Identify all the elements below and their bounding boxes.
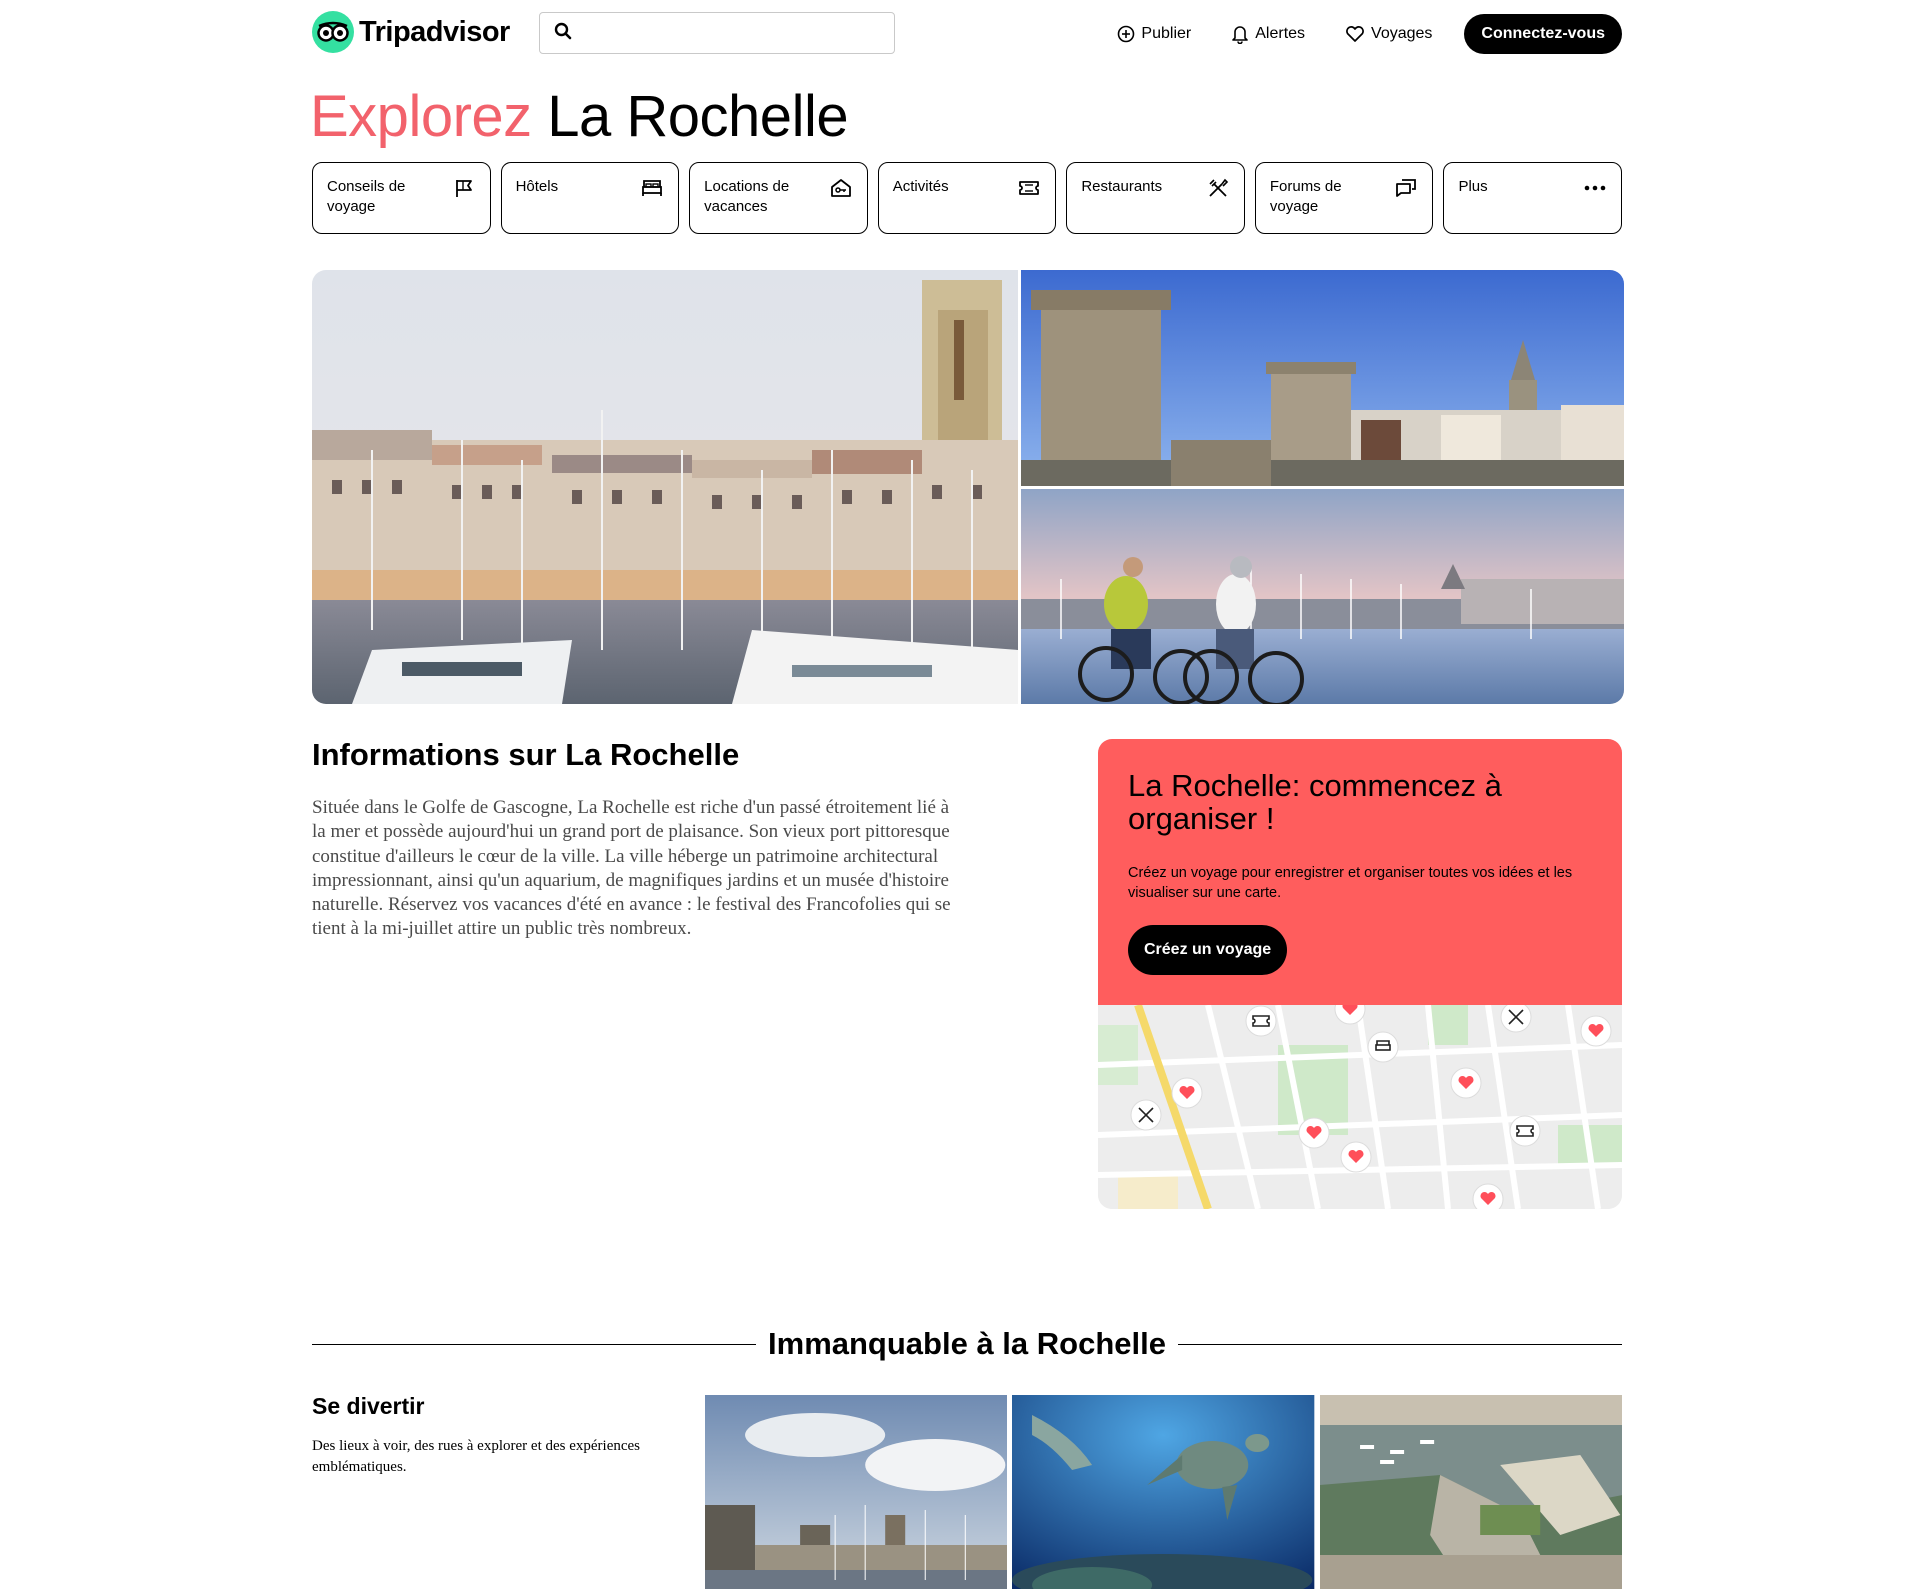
info-text: Située dans le Golfe de Gascogne, La Roc… (312, 797, 951, 940)
divider-left (312, 1343, 757, 1345)
create-trip-button[interactable]: Créez un voyage (1128, 925, 1288, 975)
must-see-title: Immanquable à la Rochelle (768, 1326, 1166, 1361)
search-icon (554, 22, 572, 45)
login-button[interactable]: Connectez-vous (1464, 14, 1622, 54)
thumbnail-aerial-port[interactable] (1319, 1395, 1622, 1589)
bell-icon (1232, 26, 1249, 44)
fun-section-description: Des lieux à voir, des rues à explorer et… (312, 1438, 641, 1475)
tile-label: Hôtels (515, 178, 559, 195)
tile-label: Conseils de voyage (327, 178, 406, 215)
chat-icon (1394, 177, 1418, 199)
tile-travel-advice[interactable]: Conseils de voyage (312, 162, 491, 234)
tile-activities[interactable]: Activités (877, 162, 1057, 234)
tile-vacation-rentals[interactable]: Locations de vacances (689, 162, 868, 234)
publish-label: Publier (1141, 25, 1192, 42)
tile-more[interactable]: Plus (1443, 162, 1623, 234)
fun-section-title: Se divertir (312, 1393, 425, 1419)
flag-icon (452, 177, 476, 199)
utensils-icon (1206, 177, 1230, 199)
tile-label: Forums de voyage (1269, 178, 1342, 215)
search-input[interactable] (582, 14, 894, 52)
hero-photo-towers[interactable] (1021, 270, 1624, 486)
trip-card-title: La Rochelle: commencez à organiser ! (1128, 768, 1502, 836)
plus-circle-icon (1118, 25, 1135, 43)
tripadvisor-logo[interactable]: Tripadvisor (312, 10, 510, 54)
site-header: Tripadvisor Publier Alertes Voyages Conn… (312, 10, 1622, 54)
ticket-icon (1017, 177, 1041, 199)
trip-card-description: Créez un voyage pour enregistrer et orga… (1128, 865, 1573, 901)
more-icon (1583, 177, 1607, 199)
trip-planning-card: La Rochelle: commencez à organiser ! Cré… (1098, 739, 1622, 1209)
trips-label: Voyages (1371, 25, 1433, 42)
thumbnail-aquarium-turtle[interactable] (1012, 1395, 1315, 1589)
tile-label: Locations de vacances (704, 178, 790, 215)
thumbnail-harbor-towers[interactable] (705, 1395, 1008, 1589)
hero-photo-old-port[interactable] (312, 270, 1018, 704)
house-icon (829, 177, 853, 199)
fun-thumbnails (705, 1395, 1622, 1589)
tile-hotels[interactable]: Hôtels (500, 162, 680, 234)
tile-label: Activités (892, 178, 949, 195)
must-see-header: Immanquable à la Rochelle (312, 1322, 1622, 1366)
page-title: Explorez La Rochelle (310, 82, 849, 152)
tile-label: Restaurants (1081, 178, 1163, 195)
tile-restaurants[interactable]: Restaurants (1066, 162, 1245, 234)
trips-link[interactable]: Voyages (1345, 25, 1432, 43)
header-nav: Publier Alertes Voyages Connectez-vous (1117, 14, 1622, 54)
title-accent: Explorez (310, 84, 532, 149)
title-place: La Rochelle (547, 84, 849, 149)
bed-icon (640, 177, 664, 199)
publish-link[interactable]: Publier (1117, 25, 1191, 43)
alerts-label: Alertes (1255, 25, 1306, 42)
trip-map (1098, 1005, 1622, 1209)
search-box[interactable] (539, 12, 895, 54)
info-title: Informations sur La Rochelle (312, 737, 740, 772)
alerts-link[interactable]: Alertes (1231, 24, 1305, 44)
tile-travel-forums[interactable]: Forums de voyage (1254, 162, 1434, 234)
tile-label: Plus (1458, 178, 1488, 195)
logo-text: Tripadvisor (359, 15, 510, 48)
divider-right (1177, 1343, 1622, 1345)
heart-icon (1346, 26, 1364, 42)
hero-gallery[interactable] (312, 270, 1624, 704)
trip-card-header: La Rochelle: commencez à organiser ! Cré… (1098, 739, 1622, 1005)
category-tiles: Conseils de voyage Hôtels Locations de v… (312, 162, 1623, 234)
hero-photo-cyclists[interactable] (1021, 489, 1624, 704)
owl-logo-icon (312, 11, 354, 53)
